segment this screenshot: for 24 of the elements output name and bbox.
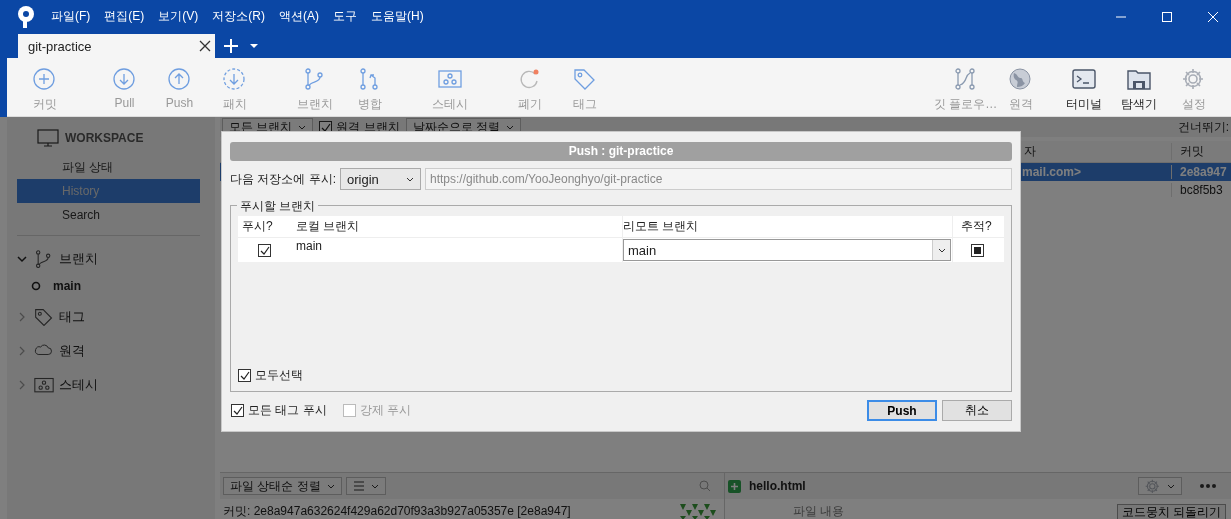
commit-info: 커밋: 2e8a947a632624f429a62d70f93a3b927a05357e [2e8a947] — [223, 503, 571, 519]
table-cell: mail.com> — [1022, 165, 1082, 179]
column-header: 리모트 브랜치 — [622, 216, 952, 237]
table-cell-text: main — [295, 238, 323, 255]
checkbox-label: 모든 태그 푸시 — [248, 402, 327, 419]
file-name: hello.html — [749, 479, 807, 493]
section-heading: WORKSPACE — [65, 131, 144, 145]
checkbox-label: 원격 브랜치 — [336, 118, 400, 136]
column-header: 커밋 — [1171, 143, 1231, 160]
column-header: 로컬 브랜치 — [295, 218, 361, 235]
content-label: 파일 내용 — [792, 503, 845, 519]
checkbox-label: 강제 푸시 — [359, 402, 411, 419]
field-label: 다음 저장소에 푸시: — [230, 170, 336, 188]
table-cell: bc8f5b3 — [1171, 183, 1231, 197]
column-header: 추적? — [952, 216, 1004, 237]
column-header: 푸시? — [241, 218, 274, 235]
url-field: https://github.com/YooJeonghyo/git-practice — [425, 168, 1012, 190]
skip-label: 건너뛰기: — [1177, 118, 1229, 136]
checkbox-label: 모두선택 — [255, 367, 303, 384]
tab-label: git-practice — [28, 38, 92, 54]
dialog-title: Push : git-practice — [230, 142, 1012, 161]
column-header: 자 — [1024, 144, 1036, 158]
table-cell: 2e8a947 — [1171, 165, 1231, 179]
group-label: 푸시할 브랜치 — [237, 198, 319, 215]
